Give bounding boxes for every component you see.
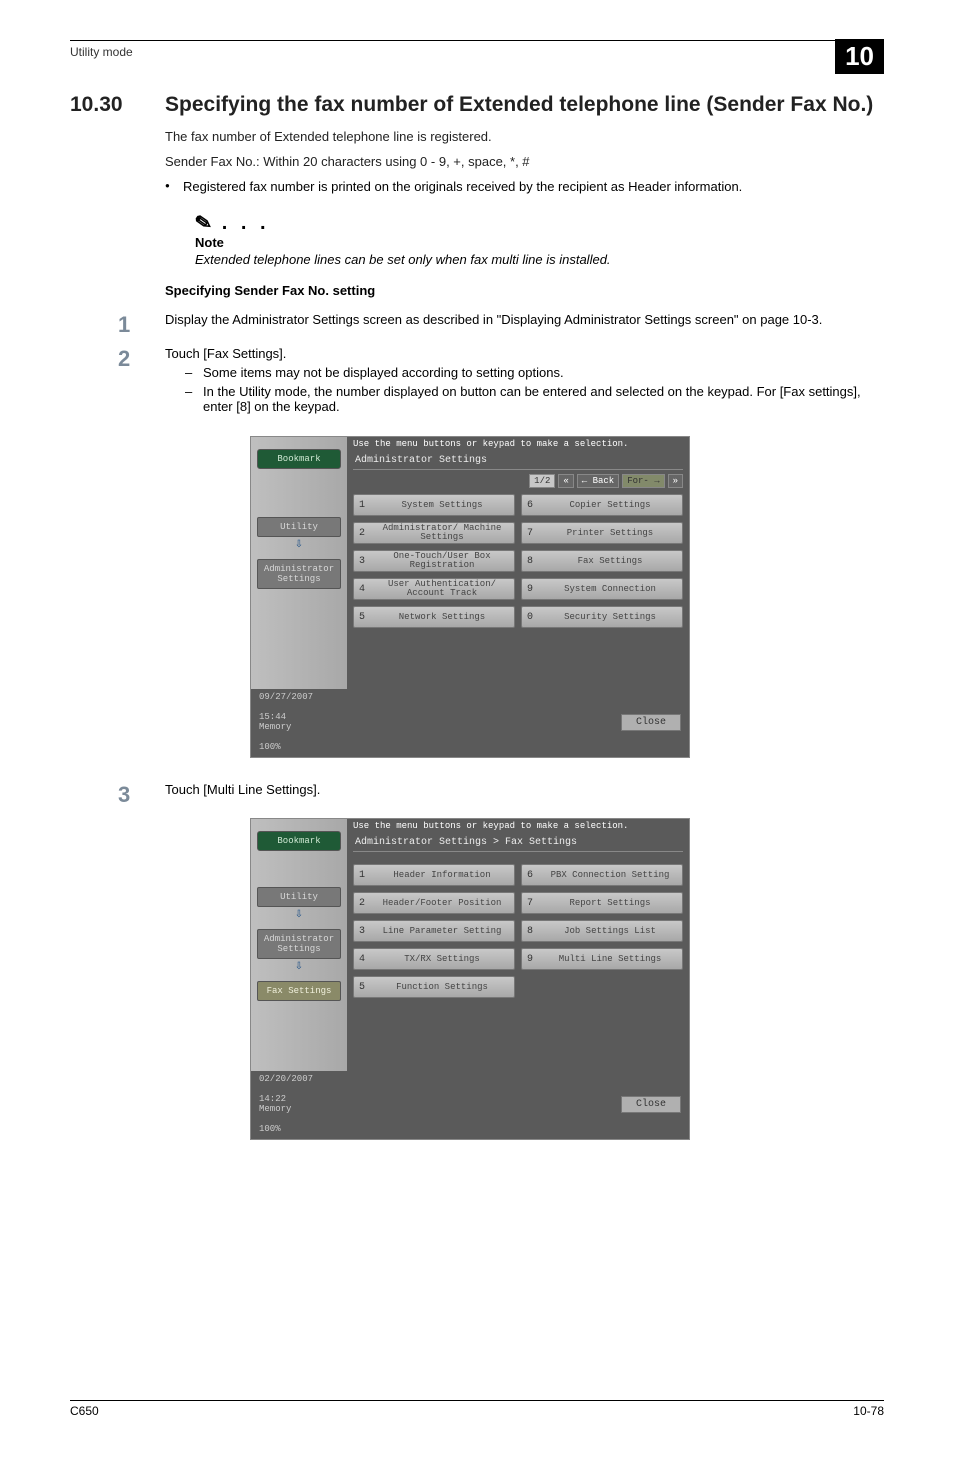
menu-item-6[interactable]: 6Copier Settings [521,494,683,516]
intro-line-1: The fax number of Extended telephone lin… [165,129,884,144]
menu-item-9[interactable]: 9Multi Line Settings [521,948,683,970]
forward-button[interactable]: For- → [622,474,664,488]
back-button[interactable]: ← Back [577,474,619,488]
running-header: Utility mode [70,45,884,59]
bookmark-tab[interactable]: Bookmark [257,449,341,469]
step-2-number: 2 [70,346,165,372]
step-1-text: Display the Administrator Settings scree… [165,312,884,327]
footer-time-1: 15:44 [259,712,313,722]
breadcrumb: Administrator Settings [347,449,689,469]
step-1-number: 1 [70,312,165,338]
chapter-number: 10 [835,39,884,74]
bullet-1: Registered fax number is printed on the … [165,179,884,194]
sidebar-admin-settings-2[interactable]: Administrator Settings [257,929,341,959]
menu-item-5[interactable]: 5Function Settings [353,976,515,998]
down-arrow-icon-2: ⇩ [251,909,347,921]
close-button[interactable]: Close [621,714,681,731]
sidebar-fax-settings[interactable]: Fax Settings [257,981,341,1001]
menu-item-6[interactable]: 6PBX Connection Setting [521,864,683,886]
menu-item-7[interactable]: 7Printer Settings [521,522,683,544]
screenshot-admin-settings: Bookmark Utility ⇩ Administrator Setting… [250,436,690,758]
footer-date-2: 02/20/2007 [259,1074,313,1084]
down-arrow-icon: ⇩ [251,539,347,551]
step-3-number: 3 [70,782,165,808]
menu-item-5[interactable]: 5Network Settings [353,606,515,628]
step-2-sub-1: Some items may not be displayed accordin… [185,365,884,380]
section-title: Specifying the fax number of Extended te… [165,93,884,117]
screen-hint: Use the menu buttons or keypad to make a… [347,437,689,449]
close-button-2[interactable]: Close [621,1096,681,1113]
note-label: Note [195,235,884,250]
bookmark-tab-2[interactable]: Bookmark [257,831,341,851]
menu-item-4[interactable]: 4User Authentication/ Account Track [353,578,515,600]
footer-mem-label-1: Memory [259,722,313,732]
page-footer-left: C650 [70,1404,99,1418]
sidebar-utility[interactable]: Utility [257,517,341,537]
footer-mem-val-2: 100% [259,1124,313,1134]
nav-first-icon[interactable]: « [558,474,573,488]
menu-item-8[interactable]: 8Fax Settings [521,550,683,572]
breadcrumb-2: Administrator Settings > Fax Settings [347,831,689,851]
menu-item-3[interactable]: 3Line Parameter Setting [353,920,515,942]
menu-item-2[interactable]: 2Administrator/ Machine Settings [353,522,515,544]
footer-mem-val-1: 100% [259,742,313,752]
menu-item-4[interactable]: 4TX/RX Settings [353,948,515,970]
footer-date-1: 09/27/2007 [259,692,313,702]
menu-item-7[interactable]: 7Report Settings [521,892,683,914]
note-text: Extended telephone lines can be set only… [195,252,884,267]
menu-item-0[interactable]: 0Security Settings [521,606,683,628]
screen-hint-2: Use the menu buttons or keypad to make a… [347,819,689,831]
step-3-text: Touch [Multi Line Settings]. [165,782,884,797]
menu-item-9[interactable]: 9System Connection [521,578,683,600]
page-footer-right: 10-78 [853,1404,884,1418]
menu-item-1[interactable]: 1System Settings [353,494,515,516]
sidebar-utility-2[interactable]: Utility [257,887,341,907]
screenshot-fax-settings: Bookmark Utility ⇩ Administrator Setting… [250,818,690,1140]
page-indicator: 1/2 [529,474,555,488]
section-number: 10.30 [70,93,165,117]
step-2-sub-2: In the Utility mode, the number displaye… [185,384,884,414]
menu-item-2[interactable]: 2Header/Footer Position [353,892,515,914]
down-arrow-icon-3: ⇩ [251,961,347,973]
subhead: Specifying Sender Fax No. setting [165,283,884,298]
step-2-text: Touch [Fax Settings]. [165,346,286,361]
footer-mem-label-2: Memory [259,1104,313,1114]
menu-item-8[interactable]: 8Job Settings List [521,920,683,942]
sidebar-admin-settings[interactable]: Administrator Settings [257,559,341,589]
footer-time-2: 14:22 [259,1094,313,1104]
note-icon: ✎. . . [195,210,884,235]
menu-item-1[interactable]: 1Header Information [353,864,515,886]
menu-item-3[interactable]: 3One-Touch/User Box Registration [353,550,515,572]
nav-last-icon[interactable]: » [668,474,683,488]
intro-line-2: Sender Fax No.: Within 20 characters usi… [165,154,884,169]
